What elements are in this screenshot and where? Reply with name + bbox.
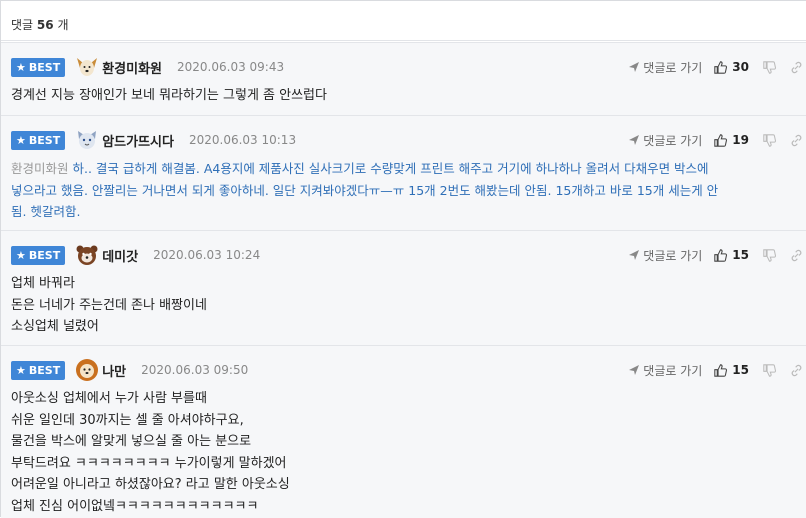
like-button[interactable]: 15 <box>714 363 749 377</box>
star-icon: ★ <box>16 133 26 147</box>
thumbs-up-icon <box>714 363 728 377</box>
best-badge: ★ BEST <box>11 57 66 77</box>
comments-header-label: 댓글 <box>11 18 34 32</box>
comment-nickname[interactable]: 환경미화원 <box>102 58 162 77</box>
dislike-button[interactable] <box>763 133 776 147</box>
comment-body: 경계선 지능 장애인가 보네 뭐라하기는 그렇게 좀 안쓰럽다 <box>11 85 787 107</box>
comment-item: ★BEST 환경미화원 2020.06.03 09:43 댓글로 가기 30 <box>1 42 806 115</box>
star-icon: ★ <box>16 60 26 74</box>
comment-item: ★BEST 암드가뜨시다 2020.06.03 10:13 댓글로 가기 19 <box>1 115 806 230</box>
reply-link[interactable]: 댓글로 가기 <box>629 59 702 76</box>
like-count: 15 <box>732 363 749 377</box>
dog-avatar-icon[interactable] <box>75 55 99 79</box>
mention-nickname[interactable]: 환경미화원 <box>11 161 69 176</box>
comment-nickname[interactable]: 나만 <box>102 361 126 380</box>
comment-nickname[interactable]: 암드가뜨시다 <box>102 131 174 150</box>
link-icon <box>791 364 802 376</box>
reply-link[interactable]: 댓글로 가기 <box>629 247 702 264</box>
like-count: 30 <box>732 60 749 74</box>
like-count: 19 <box>732 133 749 147</box>
comment-line: 쉬운 일인데 30까지는 셀 줄 아셔야하구요, <box>11 412 244 428</box>
send-icon <box>629 62 640 72</box>
comments-count: 56 <box>36 18 54 32</box>
comment-body: 환경미화원 하.. 결국 급하게 해결봄. A4용지에 제품사진 실사크기로 수… <box>11 158 787 223</box>
comments-count-suffix: 개 <box>57 18 69 32</box>
star-icon: ★ <box>16 363 26 377</box>
comment-line: 물건을 박스에 알맞게 넣으실 줄 아는 분으로 <box>11 434 252 449</box>
best-badge: ★ BEST <box>11 130 66 150</box>
like-button[interactable]: 30 <box>714 60 749 74</box>
like-button[interactable]: 15 <box>714 248 749 262</box>
send-icon <box>629 135 640 145</box>
bear-avatar-icon[interactable] <box>75 243 99 267</box>
comment-line: 됨. 헷갈려함. <box>11 204 81 219</box>
best-badge: ★ BEST <box>11 245 66 265</box>
best-badge: ★ BEST <box>11 360 66 380</box>
copy-link-button[interactable] <box>790 134 803 147</box>
comment-datetime: 2020.06.03 10:24 <box>153 248 261 262</box>
thumbs-up-icon <box>714 248 728 262</box>
comment-nickname[interactable]: 데미갓 <box>102 246 138 265</box>
comment-line: 넣으라고 했음. 안짤리는 거나면서 되게 좋아하네. 일단 지켜봐야겠다ㅠ—ㅠ… <box>11 182 719 198</box>
thumbs-up-icon <box>714 60 728 74</box>
thumbs-down-icon <box>763 363 776 377</box>
link-icon <box>791 134 802 146</box>
comment-datetime: 2020.06.03 09:50 <box>141 363 249 377</box>
comment-line: 어려운일 아니라고 하셨잖아요? 라고 말한 아웃소싱 <box>11 477 290 492</box>
thumbs-up-icon <box>714 133 728 147</box>
comment-line: 소싱업체 널렸어 <box>11 319 99 334</box>
dislike-button[interactable] <box>763 363 776 377</box>
comment-line: 하.. 결국 급하게 해결봄. A4용지에 제품사진 실사크기로 수량맞게 프린… <box>72 161 709 176</box>
link-icon <box>791 61 802 73</box>
thumbs-down-icon <box>763 248 776 262</box>
comment-item: ★ BEST 나만 2020.06.03 09:50 댓글로 가기 15 아웃소… <box>1 345 806 518</box>
copy-link-button[interactable] <box>790 364 803 377</box>
comments-panel: 댓글 56 개 ★ BEST 환경미화원 2020.06.03 09:43 댓글로… <box>0 0 806 518</box>
comments-header: 댓글 56 개 <box>1 1 806 41</box>
dislike-button[interactable] <box>763 248 776 262</box>
comment-body: 업체 바꿔라 돈은 너네가 주는건데 존나 배짱이네 소싱업체 널렸어 <box>11 273 787 338</box>
comment-datetime: 2020.06.03 10:13 <box>188 133 297 147</box>
reply-link[interactable]: 댓글로 가기 <box>629 132 702 149</box>
reply-link[interactable]: 댓글로 가기 <box>629 362 702 379</box>
copy-link-button[interactable] <box>790 61 803 74</box>
comment-line: 경계선 지능 장애인가 보네 뭐라하기는 그렇게 좀 안쓰럽다 <box>11 88 327 103</box>
link-icon <box>791 249 802 261</box>
comment-body: 아웃소싱 업체에서 누가 사람 부를때 쉬운 일인데 30까지는 셀 줄 아셔야… <box>11 388 787 517</box>
thumbs-down-icon <box>763 60 776 74</box>
cat-avatar-icon[interactable] <box>75 128 99 152</box>
lion-avatar-icon[interactable] <box>75 358 99 382</box>
comment-line: 아웃소싱 업체에서 누가 사람 부를때 <box>11 391 207 406</box>
comment-line: 업체 진심 어이없넼ㅋㅋㅋㅋㅋㅋㅋㅋㅋㅋㅋㅋ <box>11 498 259 514</box>
comment-datetime: 2020.06.03 09:43 <box>177 60 285 74</box>
dislike-button[interactable] <box>763 60 776 74</box>
star-icon: ★ <box>16 248 26 262</box>
copy-link-button[interactable] <box>790 249 803 262</box>
comment-line: 돈은 너네가 주는건데 존나 배짱이네 <box>11 297 207 313</box>
like-button[interactable]: 19 <box>714 133 749 147</box>
send-icon <box>629 365 640 375</box>
send-icon <box>629 250 640 260</box>
comment-line: 부탁드려요 ㅋㅋㅋㅋㅋㅋㅋㅋ 누가이렇게 말하겠어 <box>11 455 287 471</box>
thumbs-down-icon <box>763 133 776 147</box>
comment-item: ★ BEST 데미갓 2020.06.03 10:24 댓글로 가기 15 업체… <box>1 230 806 345</box>
like-count: 15 <box>732 248 749 262</box>
comment-line: 업체 바꿔라 <box>11 276 75 291</box>
